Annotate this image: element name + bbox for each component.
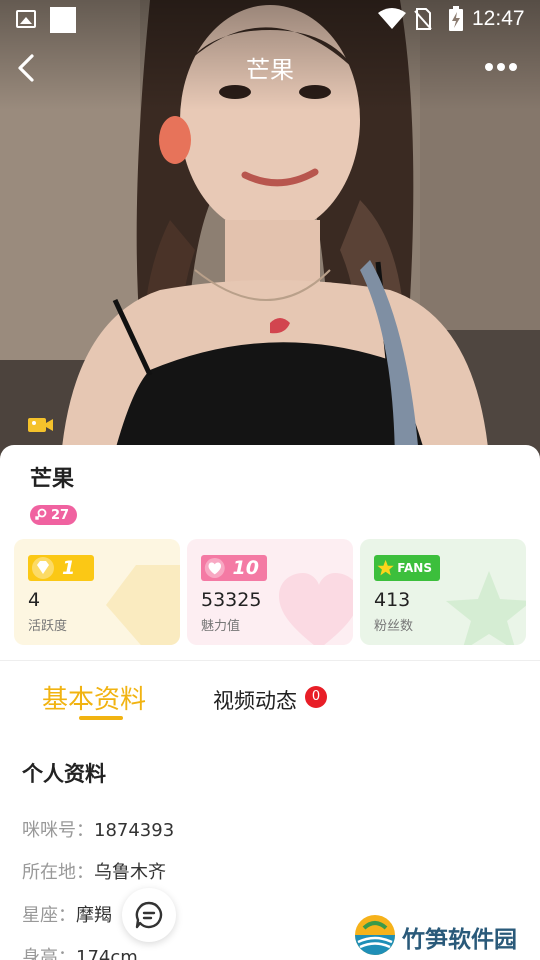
tab-active-indicator bbox=[79, 716, 123, 720]
no-sim-icon bbox=[414, 8, 432, 30]
wifi-icon bbox=[378, 8, 406, 29]
info-row-zodiac: 星座：摩羯 bbox=[22, 901, 112, 927]
info-value: 174cm bbox=[76, 947, 138, 960]
info-value: 1874393 bbox=[94, 820, 175, 841]
section-title: 个人资料 bbox=[22, 762, 106, 786]
stats-row: 1 4 活跃度 10 53325 魅力值 FANS 413 粉丝数 bbox=[14, 539, 526, 645]
info-value: 摩羯 bbox=[76, 905, 112, 926]
charm-level: 10 bbox=[232, 557, 259, 579]
star-icon bbox=[377, 559, 394, 576]
notification-icon bbox=[50, 7, 76, 33]
female-icon bbox=[34, 508, 47, 521]
info-row-id: 咪咪号：1874393 bbox=[22, 816, 174, 842]
stat-activity[interactable]: 1 4 活跃度 bbox=[14, 539, 180, 645]
chat-bubble-icon bbox=[135, 901, 163, 929]
charm-value: 53325 bbox=[201, 589, 262, 611]
charm-badge: 10 bbox=[201, 555, 267, 581]
video-camera-icon[interactable] bbox=[28, 416, 54, 434]
chevron-left-icon bbox=[18, 54, 34, 82]
clock: 12:47 bbox=[472, 7, 525, 30]
watermark-text: 竹笋软件园 bbox=[402, 927, 517, 953]
watermark: 竹笋软件园 bbox=[352, 908, 540, 960]
info-key: 身高： bbox=[22, 947, 76, 960]
stat-fans[interactable]: FANS 413 粉丝数 bbox=[360, 539, 526, 645]
heart-decoration-icon bbox=[279, 573, 353, 645]
level-value: 27 bbox=[51, 507, 70, 523]
star-decoration-icon bbox=[446, 571, 526, 645]
tab-video-feed[interactable]: 视频动态 bbox=[213, 685, 297, 715]
heart-icon bbox=[204, 558, 225, 578]
more-button[interactable] bbox=[480, 52, 524, 82]
tab-basic-info[interactable]: 基本资料 bbox=[42, 679, 146, 716]
fans-value: 413 bbox=[374, 589, 411, 611]
diamond-icon bbox=[32, 557, 54, 579]
info-key: 所在地： bbox=[22, 862, 94, 883]
info-key: 咪咪号： bbox=[22, 820, 94, 841]
charm-label: 魅力值 bbox=[201, 619, 241, 634]
info-key: 星座： bbox=[22, 905, 76, 926]
battery-charging-icon bbox=[449, 6, 463, 31]
gallery-icon bbox=[16, 10, 36, 28]
profile-photo[interactable] bbox=[0, 0, 540, 470]
activity-badge: 1 bbox=[28, 555, 94, 581]
diamond-decoration-icon bbox=[106, 565, 180, 645]
activity-value: 4 bbox=[28, 589, 41, 611]
profile-card: 芒果 27 1 4 活跃度 10 53325 魅力值 FANS 413 粉丝数 … bbox=[0, 445, 540, 960]
back-button[interactable] bbox=[8, 46, 48, 90]
more-dots-icon bbox=[485, 63, 517, 71]
level-badge: 27 bbox=[30, 505, 78, 525]
fans-badge: FANS bbox=[374, 555, 440, 581]
video-count-badge: 0 bbox=[305, 686, 327, 708]
info-row-location: 所在地：乌鲁木齐 bbox=[22, 858, 166, 884]
status-bar: 12:47 bbox=[0, 0, 540, 38]
fans-label: 粉丝数 bbox=[374, 619, 414, 634]
watermark-logo-icon bbox=[355, 915, 395, 955]
info-row-height: 身高：174cm bbox=[22, 943, 138, 960]
fans-level: FANS bbox=[397, 561, 432, 575]
activity-label: 活跃度 bbox=[28, 619, 68, 634]
info-value: 乌鲁木齐 bbox=[94, 862, 166, 883]
divider bbox=[0, 660, 540, 661]
stat-charm[interactable]: 10 53325 魅力值 bbox=[187, 539, 353, 645]
profile-name: 芒果 bbox=[30, 467, 75, 492]
chat-button[interactable] bbox=[122, 888, 176, 942]
activity-level: 1 bbox=[62, 557, 76, 579]
